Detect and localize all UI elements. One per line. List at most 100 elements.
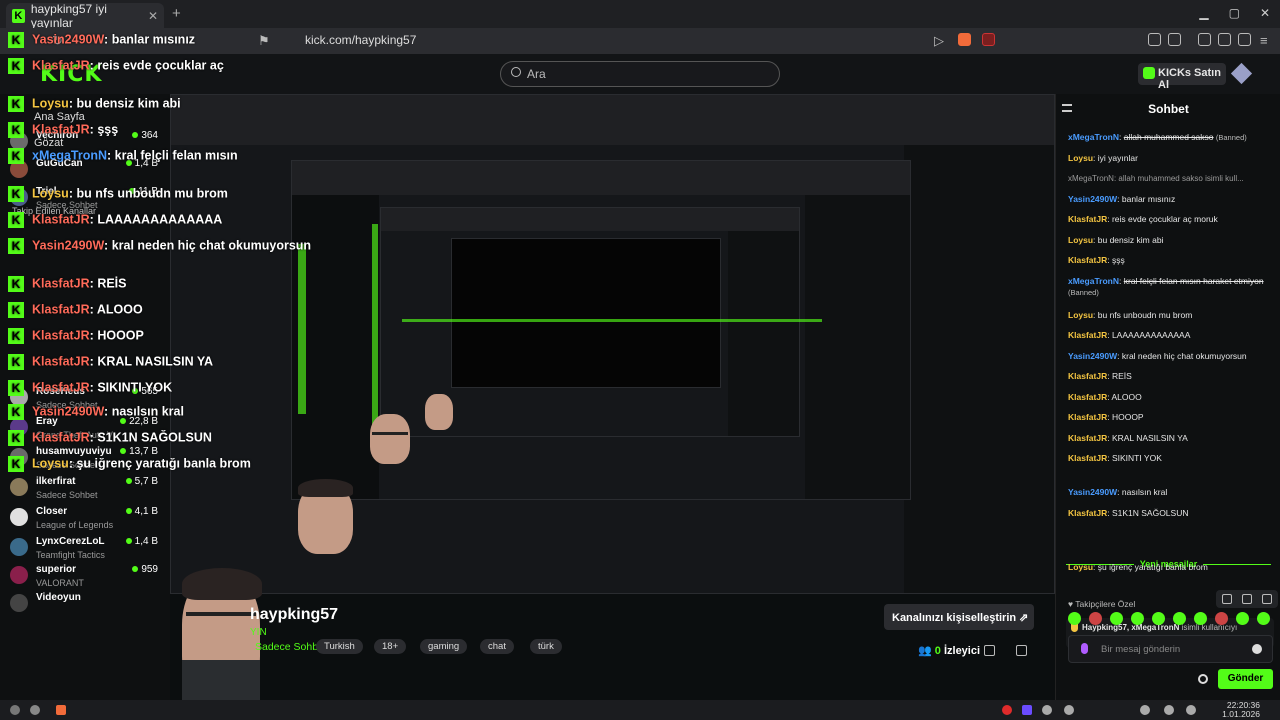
rewards-icon[interactable] bbox=[982, 33, 995, 46]
viewers-label: İzleyici bbox=[943, 645, 981, 657]
chat-username[interactable]: Yasin2490W bbox=[1068, 194, 1117, 204]
stream-tag[interactable]: Turkish bbox=[316, 639, 363, 654]
avatar bbox=[10, 594, 28, 612]
chat-username[interactable]: Loysu bbox=[1068, 235, 1093, 245]
start-icon[interactable] bbox=[10, 705, 20, 715]
emote-icon[interactable] bbox=[1131, 612, 1144, 625]
chat-text: REİS bbox=[1111, 371, 1132, 381]
chat-text: iyi yayınlar bbox=[1097, 152, 1138, 163]
streamer-name[interactable]: haypking57 bbox=[250, 606, 338, 624]
minimize-icon[interactable]: ▁ bbox=[1199, 6, 1208, 20]
buy-kicks-button[interactable]: KICKs Satın Al bbox=[1138, 63, 1226, 91]
user-icon[interactable] bbox=[1016, 645, 1027, 656]
emote-icon[interactable] bbox=[1152, 612, 1165, 625]
kick-badge-icon: K bbox=[8, 148, 24, 164]
sidebar-channel[interactable]: superior VALORANT 959 bbox=[8, 562, 164, 592]
chat-username[interactable]: Yasin2490W bbox=[1068, 487, 1117, 497]
chat-username[interactable]: KlasfatJR bbox=[1068, 330, 1107, 340]
chat-username[interactable]: KlasfatJR bbox=[1068, 255, 1107, 265]
chat-username[interactable]: Loysu bbox=[1068, 310, 1093, 320]
emote-icon[interactable] bbox=[1257, 612, 1270, 625]
window-close-icon[interactable]: ✕ bbox=[1260, 6, 1270, 20]
wallet-icon[interactable] bbox=[1218, 33, 1231, 46]
chat-input[interactable]: Bir mesaj gönderin bbox=[1068, 635, 1273, 663]
url-input[interactable]: kick.com/haypking57 bbox=[305, 33, 416, 47]
brave-shield-icon[interactable] bbox=[958, 33, 971, 46]
emoji-icon[interactable] bbox=[1252, 644, 1262, 654]
chat-username[interactable]: KlasfatJR bbox=[1068, 433, 1107, 443]
network-icon[interactable] bbox=[1186, 705, 1196, 715]
sidebar-channel[interactable]: Videoyun bbox=[8, 590, 164, 620]
share-icon[interactable] bbox=[984, 645, 995, 656]
kick-favicon-icon: K bbox=[12, 8, 25, 23]
sidebar-channel[interactable]: Closer League of Legends 4,1 B bbox=[8, 504, 164, 534]
stream-tag[interactable]: chat bbox=[480, 639, 514, 654]
chat-message: KlasfatJR: HOOOP bbox=[1068, 412, 1273, 423]
emote-icon[interactable] bbox=[1110, 612, 1123, 625]
bookmark-icon[interactable]: ⚑ bbox=[258, 33, 270, 49]
system-clock[interactable]: 22:20:36 1.01.2026 bbox=[1222, 701, 1260, 719]
new-tab-button[interactable]: + bbox=[172, 5, 181, 22]
glasses-small bbox=[372, 432, 408, 435]
nested-bar-3 bbox=[381, 208, 799, 231]
customize-channel-button[interactable]: Kanalınızı kişiselleştirin ⇗ bbox=[884, 604, 1034, 630]
chat-settings-icon[interactable] bbox=[1198, 674, 1208, 684]
chat-username[interactable]: KlasfatJR bbox=[1068, 453, 1107, 463]
emote-icon[interactable] bbox=[1089, 612, 1102, 625]
maximize-icon[interactable]: ▢ bbox=[1229, 6, 1240, 20]
nested-chat-3 bbox=[727, 230, 799, 436]
menu-icon[interactable]: ≡ bbox=[1260, 33, 1268, 48]
pin-icon[interactable] bbox=[1242, 594, 1252, 604]
volume-icon[interactable] bbox=[1140, 705, 1150, 715]
overlay-chat-line: K KlasfatJR: reis evde çocuklar aç bbox=[8, 58, 224, 74]
overlay-text: S1K1N SAĞOLSUN bbox=[97, 430, 212, 445]
emote-icon[interactable] bbox=[1215, 612, 1228, 625]
stream-player[interactable] bbox=[170, 94, 1055, 594]
sidebar-channel[interactable]: LynxCerezLoL Teamfight Tactics 1,4 B bbox=[8, 534, 164, 564]
sidebar-channel[interactable]: ilkerfirat Sadece Sohbet 5,7 B bbox=[8, 474, 164, 504]
delete-icon[interactable] bbox=[1262, 594, 1272, 604]
extensions-icon[interactable] bbox=[1148, 33, 1161, 46]
emote-icon[interactable] bbox=[1236, 612, 1249, 625]
overlay-chat-line: K Loysu: şu iğrenç yaratığı banla brom bbox=[8, 456, 251, 472]
kick-badge-icon: K bbox=[8, 212, 24, 228]
chat-username[interactable]: KlasfatJR bbox=[1068, 508, 1107, 518]
cast-icon[interactable]: ▷ bbox=[934, 33, 944, 49]
chat-username[interactable]: xMegaTronN bbox=[1068, 276, 1119, 286]
tray-icon[interactable] bbox=[1042, 705, 1052, 715]
chat-username[interactable]: Loysu bbox=[1068, 562, 1093, 572]
search-input[interactable]: Ara bbox=[500, 61, 780, 87]
chat-username[interactable]: xMegaTronN bbox=[1068, 132, 1119, 142]
chat-username[interactable]: Loysu bbox=[1068, 153, 1093, 163]
brave-taskbar-icon[interactable] bbox=[56, 705, 66, 715]
nested-green-column bbox=[298, 244, 306, 414]
leo-icon[interactable] bbox=[1238, 33, 1251, 46]
emote-icon[interactable] bbox=[1173, 612, 1186, 625]
nested-chat-2 bbox=[804, 194, 910, 499]
emote-icon[interactable] bbox=[1194, 612, 1207, 625]
chat-username[interactable]: KlasfatJR bbox=[1068, 371, 1107, 381]
stream-tag[interactable]: türk bbox=[530, 639, 562, 654]
kick-badge-icon: K bbox=[8, 404, 24, 420]
browser-tab[interactable]: K haypking57 iyi yayınlar ✕ bbox=[6, 2, 164, 30]
launcher-icon[interactable] bbox=[30, 705, 40, 715]
stream-tag[interactable]: 18+ bbox=[374, 639, 407, 654]
chat-username[interactable]: KlasfatJR bbox=[1068, 392, 1107, 402]
record-icon[interactable] bbox=[1002, 705, 1012, 715]
reply-icon[interactable] bbox=[1222, 594, 1232, 604]
app-icon[interactable] bbox=[1022, 705, 1032, 715]
send-button[interactable]: Gönder bbox=[1218, 669, 1273, 689]
mic-icon[interactable] bbox=[1081, 643, 1088, 654]
chat-username[interactable]: KlasfatJR bbox=[1068, 412, 1107, 422]
colon: : bbox=[89, 302, 97, 317]
chat-username[interactable]: Yasin2490W bbox=[1068, 351, 1117, 361]
screenshot-icon[interactable] bbox=[1168, 33, 1181, 46]
tab-close-icon[interactable]: ✕ bbox=[148, 9, 158, 23]
stream-tag[interactable]: gaming bbox=[420, 639, 468, 654]
nested-browser-bar bbox=[171, 95, 1054, 145]
steam-icon[interactable] bbox=[1064, 705, 1074, 715]
bluetooth-icon[interactable] bbox=[1164, 705, 1174, 715]
sidebar-toggle-icon[interactable] bbox=[1198, 33, 1211, 46]
chat-username[interactable]: KlasfatJR bbox=[1068, 214, 1107, 224]
emote-icon[interactable] bbox=[1068, 612, 1081, 625]
